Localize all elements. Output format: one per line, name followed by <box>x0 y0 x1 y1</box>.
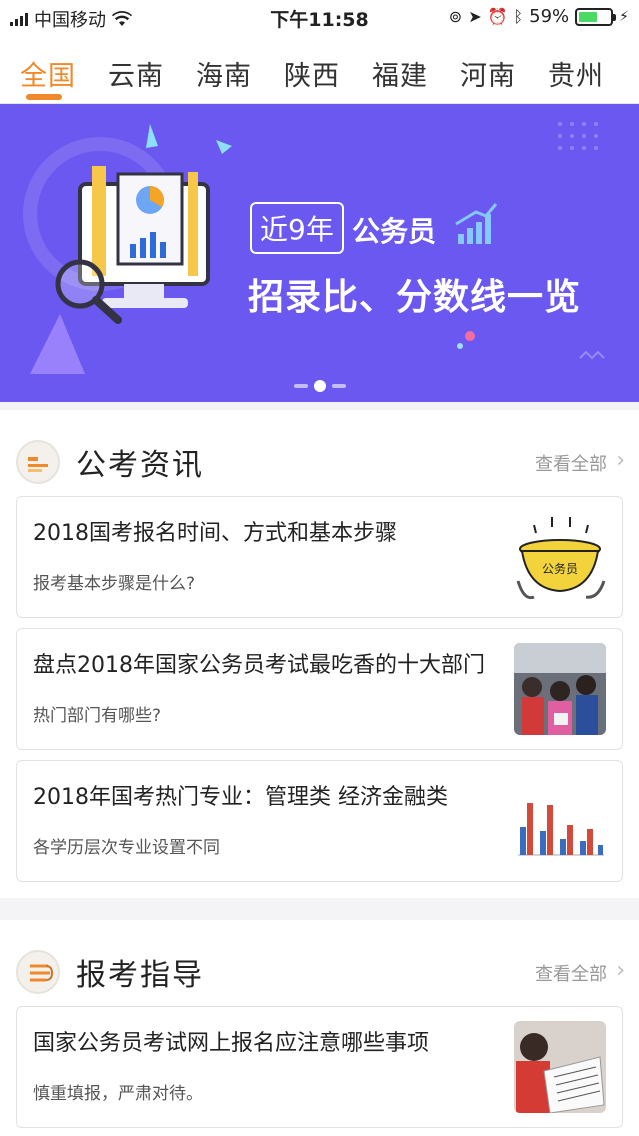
guide-view-all[interactable]: 查看全部 <box>535 960 607 986</box>
news-card-title: 2018年国考热门专业：管理类 经济金融类 <box>33 785 448 810</box>
carousel-dot[interactable] <box>331 384 346 388</box>
news-section-title: 公考资讯 <box>76 448 204 483</box>
guide-thumbnail-form <box>514 1021 606 1113</box>
bluetooth-icon: ᛒ <box>513 7 524 26</box>
news-icon <box>16 440 60 484</box>
status-bar: 中国移动 下午11:58 ⊚ ➤ ⏰ ᛒ 59% ⚡ <box>0 0 639 34</box>
news-thumbnail-crowd <box>514 643 606 735</box>
rising-chart-icon <box>455 203 498 244</box>
location-icon: ➤ <box>468 7 482 26</box>
chevron-right-icon[interactable]: › <box>616 448 625 473</box>
banner-tag-years: 近9年 <box>250 202 344 254</box>
tab-region[interactable]: 云南 <box>108 34 196 103</box>
news-card-subtitle: 报考基本步骤是什么? <box>33 574 196 594</box>
news-card[interactable]: 2018国考报名时间、方式和基本步骤 报考基本步骤是什么? 公务员 <box>16 496 623 618</box>
region-tabs: 全国 云南 海南 陕西 福建 河南 贵州 <box>0 34 639 104</box>
bowl-label: 公务员 <box>542 561 578 576</box>
news-list: 2018国考报名时间、方式和基本步骤 报考基本步骤是什么? 公务员 盘点2018… <box>0 496 639 898</box>
news-thumbnail-chart <box>514 775 606 867</box>
guide-list: 国家公务员考试网上报名应注意哪些事项 慎重填报，严肃对待。 <box>0 1006 639 1136</box>
news-card-subtitle: 各学历层次专业设置不同 <box>33 838 220 858</box>
news-card-title: 2018国考报名时间、方式和基本步骤 <box>33 521 397 546</box>
tab-region[interactable]: 全国 <box>20 34 108 103</box>
book-icon <box>16 950 60 994</box>
banner-headline: 招录比、分数线一览 <box>248 277 582 318</box>
alarm-icon: ⏰ <box>487 7 508 26</box>
news-view-all[interactable]: 查看全部 <box>535 450 607 476</box>
carousel-dot[interactable] <box>293 384 308 388</box>
news-card[interactable]: 盘点2018年国家公务员考试最吃香的十大部门 热门部门有哪些? <box>16 628 623 750</box>
carousel-dot-active[interactable] <box>313 380 326 392</box>
battery-icon <box>575 7 617 26</box>
status-right: ⊚ ➤ ⏰ ᛒ 59% ⚡ <box>449 6 629 27</box>
orientation-lock-icon: ⊚ <box>448 7 463 26</box>
tab-region[interactable]: 海南 <box>196 34 284 103</box>
guide-card-subtitle: 慎重填报，严肃对待。 <box>33 1084 203 1104</box>
news-thumbnail-bowl: 公务员 <box>514 511 606 603</box>
promo-banner[interactable]: 近9年 公务员 招录比、分数线一览 <box>0 104 639 402</box>
tab-region[interactable]: 陕西 <box>284 34 372 103</box>
news-card[interactable]: 2018年国考热门专业：管理类 经济金融类 各学历层次专业设置不同 <box>16 760 623 882</box>
chevron-right-icon[interactable]: › <box>616 958 625 983</box>
tab-region[interactable]: 河南 <box>460 34 548 103</box>
guide-section-title: 报考指导 <box>76 958 204 993</box>
tab-region[interactable]: 贵州 <box>548 34 636 103</box>
news-card-title: 盘点2018年国家公务员考试最吃香的十大部门 <box>33 653 485 678</box>
guide-card-title: 国家公务员考试网上报名应注意哪些事项 <box>33 1031 430 1056</box>
carousel-indicator <box>0 380 639 392</box>
charging-icon: ⚡ <box>619 8 629 25</box>
news-section-header: 公考资讯 查看全部 › <box>0 410 639 500</box>
tab-region[interactable]: 福建 <box>372 34 460 103</box>
guide-card[interactable]: 国家公务员考试网上报名应注意哪些事项 慎重填报，严肃对待。 <box>16 1006 623 1128</box>
banner-tag-civil-servant: 公务员 <box>352 215 437 248</box>
news-card-subtitle: 热门部门有哪些? <box>33 706 162 726</box>
guide-section-header: 报考指导 查看全部 › <box>0 920 639 1010</box>
battery-percent: 59% <box>529 6 570 27</box>
